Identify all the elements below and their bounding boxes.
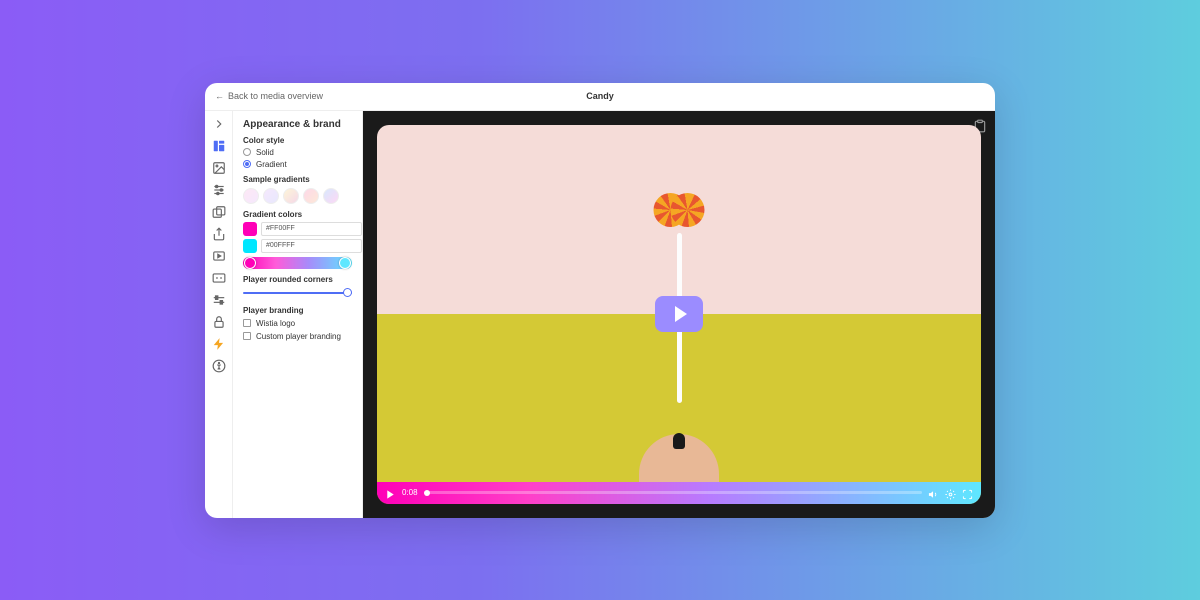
gradient-swatch[interactable] <box>263 188 279 204</box>
back-link[interactable]: ← Back to media overview <box>215 91 323 101</box>
gradient-swatch[interactable] <box>323 188 339 204</box>
radio-solid[interactable]: Solid <box>243 148 352 157</box>
color2-chip[interactable] <box>243 239 257 253</box>
checkbox-icon <box>243 332 251 340</box>
color1-chip[interactable] <box>243 222 257 236</box>
chevron-right-icon[interactable] <box>212 117 226 131</box>
gradient-swatch[interactable] <box>303 188 319 204</box>
color2-row <box>243 239 352 253</box>
video-player[interactable]: 0:08 <box>377 125 981 504</box>
radio-gradient[interactable]: Gradient <box>243 160 352 169</box>
play-small-icon[interactable] <box>385 487 396 498</box>
radio-label: Gradient <box>256 160 287 169</box>
main: Appearance & brand Color style Solid Gra… <box>205 111 995 518</box>
gradient-colors-label: Gradient colors <box>243 210 352 219</box>
current-time: 0:08 <box>402 488 418 497</box>
accessibility-icon[interactable] <box>212 359 226 373</box>
lollipop-graphic <box>652 193 707 243</box>
topbar: ← Back to media overview Candy <box>205 83 995 111</box>
check-wistia-logo[interactable]: Wistia logo <box>243 319 352 328</box>
play-button[interactable] <box>655 296 703 332</box>
app-window: ← Back to media overview Candy Appearanc… <box>205 83 995 518</box>
gradient-swatch[interactable] <box>243 188 259 204</box>
player-controls: 0:08 <box>377 482 981 504</box>
color-style-label: Color style <box>243 136 352 145</box>
color1-input[interactable] <box>261 222 362 236</box>
gradient-swatch[interactable] <box>283 188 299 204</box>
slider-track <box>243 292 352 294</box>
lock-icon[interactable] <box>212 315 226 329</box>
actions-icon[interactable] <box>212 249 226 263</box>
slider-thumb[interactable] <box>343 288 352 297</box>
appearance-icon[interactable] <box>212 139 226 153</box>
check-label: Wistia logo <box>256 319 295 328</box>
captions-icon[interactable] <box>212 271 226 285</box>
fullscreen-icon[interactable] <box>962 487 973 498</box>
settings-icon[interactable] <box>945 487 956 498</box>
settings-panel: Appearance & brand Color style Solid Gra… <box>233 111 363 518</box>
branding-label: Player branding <box>243 306 352 315</box>
progress-bar[interactable] <box>424 491 922 494</box>
rounded-corners-slider[interactable] <box>243 288 352 298</box>
integrations-icon[interactable] <box>212 337 226 351</box>
check-custom-branding[interactable]: Custom player branding <box>243 332 352 341</box>
share-icon[interactable] <box>212 227 226 241</box>
page-title: Candy <box>586 91 614 101</box>
controls-icon[interactable] <box>212 183 226 197</box>
rounded-corners-label: Player rounded corners <box>243 275 352 284</box>
check-label: Custom player branding <box>256 332 341 341</box>
image-icon[interactable] <box>212 161 226 175</box>
radio-icon <box>243 148 251 156</box>
iconbar <box>205 111 233 518</box>
swatch-row <box>243 188 352 204</box>
panel-title: Appearance & brand <box>243 119 352 130</box>
back-label: Back to media overview <box>228 91 323 101</box>
sample-gradients-label: Sample gradients <box>243 175 352 184</box>
checkbox-icon <box>243 319 251 327</box>
overlay-icon[interactable] <box>212 205 226 219</box>
radio-icon <box>243 160 251 168</box>
back-arrow-icon: ← <box>215 91 224 101</box>
preview-area: 0:08 <box>363 111 995 518</box>
timeline-icon[interactable] <box>212 293 226 307</box>
color2-input[interactable] <box>261 239 362 253</box>
volume-icon[interactable] <box>928 487 939 498</box>
radio-label: Solid <box>256 148 274 157</box>
gradient-preview-bar[interactable] <box>243 257 352 269</box>
color1-row <box>243 222 352 236</box>
